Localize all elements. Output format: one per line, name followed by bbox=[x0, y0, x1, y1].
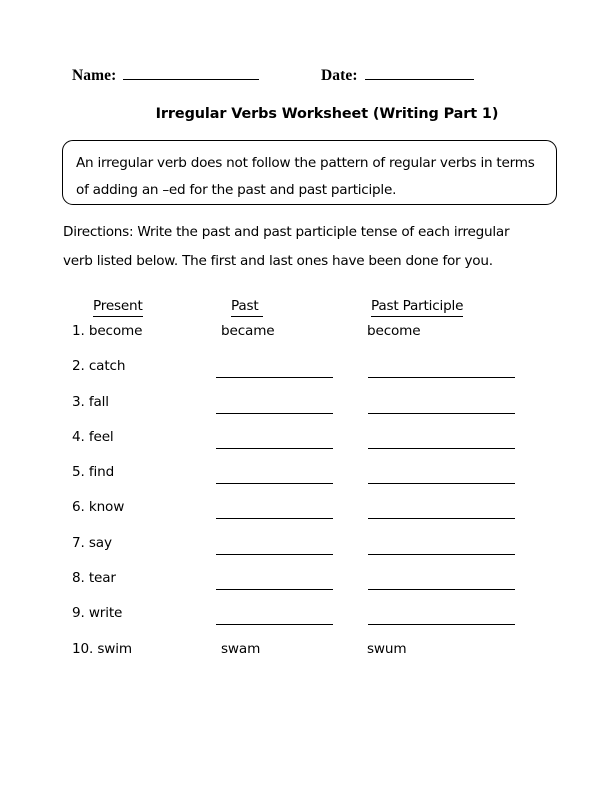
date-input[interactable] bbox=[364, 66, 474, 80]
column-header-present: Present bbox=[93, 298, 143, 317]
table-row: 10. swim swam swum bbox=[0, 641, 612, 676]
past-answer-cell: swam bbox=[221, 640, 261, 657]
table-row: 1. become became become bbox=[0, 323, 612, 358]
table-row: 9. write bbox=[0, 605, 612, 640]
past-participle-answer-blank[interactable] bbox=[368, 518, 515, 520]
table-row: 5. find bbox=[0, 464, 612, 499]
worksheet-page: Name: Date: Irregular Verbs Worksheet (W… bbox=[0, 0, 612, 792]
past-participle-answer-cell: swum bbox=[367, 640, 407, 657]
present-verb-cell: 4. feel bbox=[72, 428, 114, 445]
past-participle-answer-blank[interactable] bbox=[368, 377, 515, 379]
past-participle-answer-blank[interactable] bbox=[368, 624, 515, 626]
definition-callout: An irregular verb does not follow the pa… bbox=[62, 140, 557, 205]
present-verb-cell: 1. become bbox=[72, 323, 143, 339]
name-label: Name: bbox=[72, 67, 117, 84]
present-verb-cell: 3. fall bbox=[72, 393, 109, 410]
past-participle-answer-cell: become bbox=[367, 323, 421, 339]
table-row: 6. know bbox=[0, 499, 612, 534]
present-verb-cell: 8. tear bbox=[72, 570, 116, 587]
present-verb-cell: 9. write bbox=[72, 605, 123, 622]
table-header-row: Present Past Past Participle bbox=[0, 298, 612, 323]
directions-text: Directions: Write the past and past part… bbox=[63, 224, 510, 269]
present-verb-cell: 7. say bbox=[72, 534, 112, 551]
past-answer-blank[interactable] bbox=[216, 483, 333, 485]
past-participle-answer-blank[interactable] bbox=[368, 483, 515, 485]
past-answer-blank[interactable] bbox=[216, 447, 333, 449]
name-field-group: Name: bbox=[72, 66, 260, 85]
present-verb-cell: 2. catch bbox=[72, 358, 126, 375]
table-row: 8. tear bbox=[0, 570, 612, 605]
present-verb-cell: 6. know bbox=[72, 499, 125, 516]
page-title: Irregular Verbs Worksheet (Writing Part … bbox=[155, 106, 499, 122]
past-answer-blank[interactable] bbox=[216, 553, 333, 555]
date-label: Date: bbox=[321, 67, 358, 84]
past-participle-answer-blank[interactable] bbox=[368, 589, 515, 591]
past-answer-blank[interactable] bbox=[216, 624, 333, 626]
past-participle-answer-blank[interactable] bbox=[368, 553, 515, 555]
past-participle-answer-blank[interactable] bbox=[368, 447, 515, 449]
verb-table: Present Past Past Participle 1. become be… bbox=[0, 298, 612, 676]
past-answer-cell: became bbox=[221, 323, 275, 339]
date-field-group: Date: bbox=[321, 66, 474, 85]
name-date-row: Name: Date: bbox=[72, 66, 540, 90]
table-row: 7. say bbox=[0, 535, 612, 570]
column-header-past: Past bbox=[231, 298, 263, 317]
past-answer-blank[interactable] bbox=[216, 518, 333, 520]
table-body: 1. become became become 2. catch 3. fall 4. f… bbox=[0, 323, 612, 676]
present-verb-cell: 10. swim bbox=[72, 640, 132, 657]
table-row: 4. feel bbox=[0, 429, 612, 464]
past-answer-blank[interactable] bbox=[216, 412, 333, 414]
name-input[interactable] bbox=[123, 66, 260, 80]
table-row: 2. catch bbox=[0, 358, 612, 393]
past-answer-blank[interactable] bbox=[216, 377, 333, 379]
past-answer-blank[interactable] bbox=[216, 589, 333, 591]
present-verb-cell: 5. find bbox=[72, 464, 115, 481]
past-participle-answer-blank[interactable] bbox=[368, 412, 515, 414]
column-header-past-participle: Past Participle bbox=[371, 298, 463, 317]
table-row: 3. fall bbox=[0, 394, 612, 429]
definition-text: An irregular verb does not follow the pa… bbox=[76, 155, 535, 198]
